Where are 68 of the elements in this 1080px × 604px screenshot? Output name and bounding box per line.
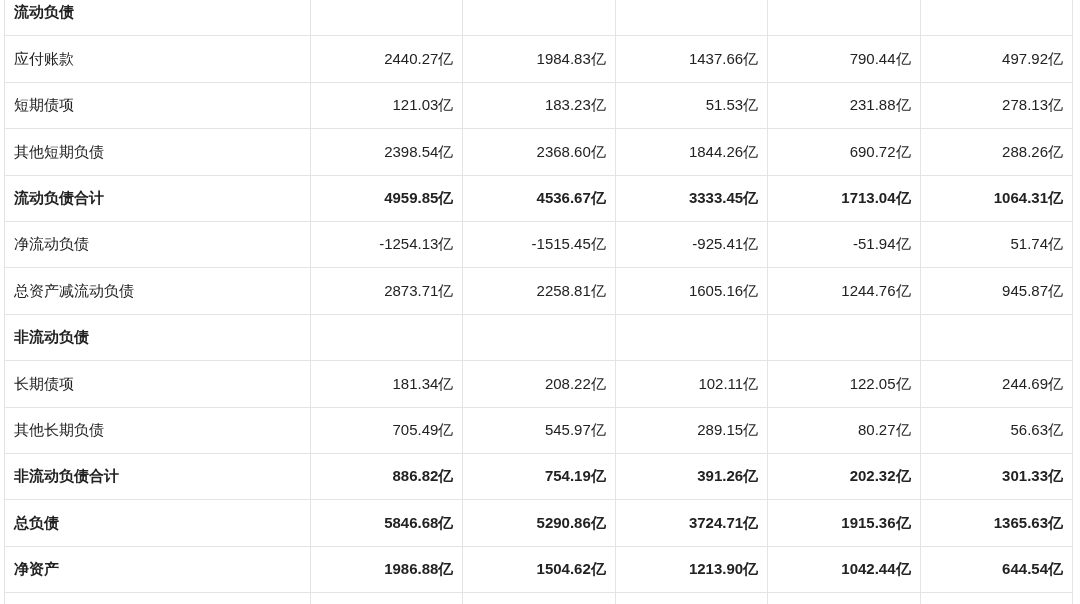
value-text: -1515.45亿 [531, 235, 606, 253]
row-label: 长期债项 [14, 374, 74, 392]
value-text: 301.33亿 [1002, 467, 1063, 485]
row-label: 其他长期负债 [14, 420, 104, 438]
value-text: 51.74亿 [1010, 235, 1063, 253]
value-text: 2440.27亿 [384, 49, 454, 67]
total-label: 流动负债合计 [14, 189, 104, 206]
value-text: -925.41亿 [692, 235, 759, 253]
row-label: 净流动负债 [14, 235, 89, 253]
value-text: 754.19亿 [544, 467, 606, 485]
value-text: 1713.04亿 [841, 189, 911, 206]
value-text: 5290.86亿 [536, 513, 606, 531]
value-text: 497.92亿 [1002, 49, 1063, 67]
value-text: 3333.45亿 [688, 189, 759, 206]
value-text: 102.11亿 [698, 374, 759, 392]
value-text: 945.87亿 [1002, 281, 1063, 299]
section-heading: 流动负债 [14, 3, 74, 21]
value-text: 2368.60亿 [536, 142, 606, 160]
total-label: 总负债 [14, 513, 59, 531]
value-text: 391.26亿 [697, 467, 759, 485]
value-text: 1064.31亿 [993, 189, 1063, 206]
value-text: 122.05亿 [849, 374, 911, 392]
value-text: 1986.88亿 [384, 560, 454, 578]
value-text: 1984.83亿 [536, 49, 606, 67]
value-text: 1915.36亿 [841, 513, 911, 531]
value-text: 1365.63亿 [993, 513, 1063, 531]
value-text: 278.13亿 [1002, 96, 1063, 114]
value-text: 51.53亿 [705, 96, 759, 114]
value-text: 244.69亿 [1002, 374, 1063, 392]
value-text: 1042.44亿 [841, 560, 911, 578]
total-label: 净资产 [14, 560, 59, 578]
value-text: 790.44亿 [849, 49, 911, 67]
value-text: 690.72亿 [849, 142, 911, 160]
value-text: 1844.26亿 [688, 142, 759, 160]
value-text: 183.23亿 [544, 96, 606, 114]
value-text: 5846.68亿 [384, 513, 454, 531]
section-heading: 非流动负债 [14, 328, 89, 346]
value-text: 644.54亿 [1002, 560, 1063, 578]
value-text: 1244.76亿 [841, 281, 911, 299]
value-text: 1504.62亿 [536, 560, 606, 578]
value-text: 202.32亿 [849, 467, 911, 485]
value-text: 80.27亿 [858, 420, 911, 438]
value-text: 705.49亿 [392, 420, 454, 438]
row-label: 总资产减流动负债 [14, 281, 134, 299]
value-text: 2873.71亿 [384, 281, 454, 299]
value-text: 288.26亿 [1002, 142, 1063, 160]
value-text: 4536.67亿 [536, 189, 606, 206]
value-text: 231.88亿 [849, 96, 911, 114]
value-text: 121.03亿 [392, 96, 454, 114]
value-text: 3724.71亿 [688, 513, 759, 531]
total-label: 非流动负债合计 [14, 467, 119, 485]
value-text: -1254.13亿 [379, 235, 454, 253]
row-label: 短期债项 [14, 96, 74, 114]
value-text: 2258.81亿 [536, 281, 606, 299]
value-text: 289.15亿 [697, 420, 759, 438]
value-text: 886.82亿 [392, 467, 454, 485]
value-text: 1605.16亿 [688, 281, 759, 299]
value-text: 545.97亿 [544, 420, 606, 438]
value-text: 1437.66亿 [688, 49, 759, 67]
row-label: 应付账款 [14, 49, 74, 67]
value-text: 4959.85亿 [384, 189, 454, 206]
value-text: 1213.90亿 [688, 560, 759, 578]
value-text: -51.94亿 [853, 235, 911, 253]
value-text: 208.22亿 [544, 374, 606, 392]
value-text: 2398.54亿 [384, 142, 454, 160]
row-label: 其他短期负债 [14, 142, 104, 160]
value-text: 56.63亿 [1010, 420, 1063, 438]
value-text: 181.34亿 [392, 374, 454, 392]
